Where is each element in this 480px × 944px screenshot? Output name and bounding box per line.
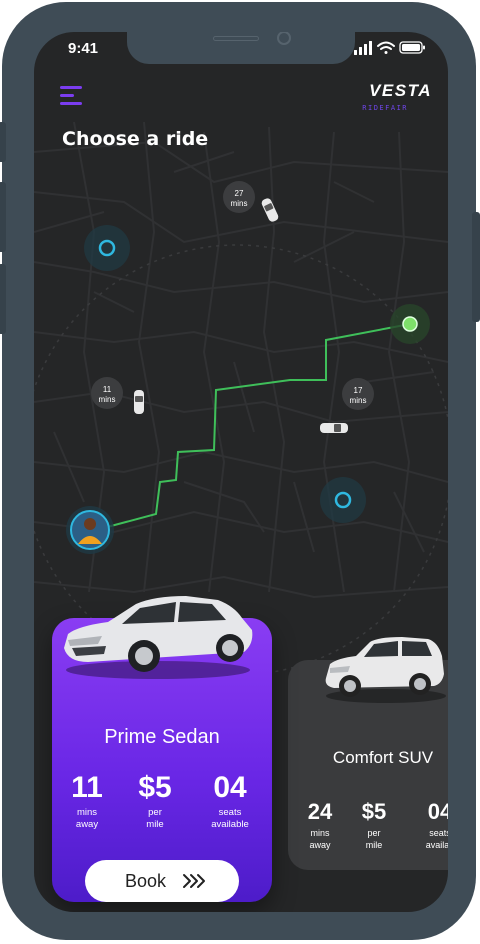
map-car xyxy=(261,198,279,222)
ride-card-comfort-suv[interactable]: Comfort SUV 24 mins away $5 per mile 04 … xyxy=(288,637,448,870)
stat-eta: 24 mins away xyxy=(296,800,344,851)
map-car xyxy=(320,423,348,433)
brand-logo: VESTA RIDEFAIR xyxy=(342,82,432,116)
status-time: 9:41 xyxy=(68,40,99,57)
ride-name: Comfort SUV xyxy=(332,748,434,767)
stat-value: 04 xyxy=(213,771,247,804)
map-car xyxy=(134,390,144,414)
eta-unit: mins xyxy=(231,199,248,208)
stat-label: seats availab xyxy=(425,828,448,850)
volume-up-button xyxy=(0,182,6,252)
eta-value: 17 xyxy=(354,386,363,395)
stat-price: $5 per mile xyxy=(350,800,398,851)
user-avatar xyxy=(84,518,96,530)
volume-down-button xyxy=(0,264,6,334)
stat-label: per mile xyxy=(146,807,164,830)
wifi-icon xyxy=(377,41,395,54)
speaker-grille xyxy=(213,36,259,41)
power-button xyxy=(472,212,480,322)
screen: 27 mins 11 mins 17 mins 9:41 VESTA RIDEF… xyxy=(34,32,448,912)
phone-frame: 27 mins 11 mins 17 mins 9:41 VESTA RIDEF… xyxy=(0,2,480,940)
eta-unit: mins xyxy=(350,396,367,405)
stat-label: mins away xyxy=(309,828,331,850)
book-button-label: Book xyxy=(125,871,167,891)
stat-label: mins away xyxy=(75,807,99,830)
page-title: Choose a ride xyxy=(62,128,209,150)
logo-wordmark: VESTA xyxy=(369,81,432,100)
eta-value: 27 xyxy=(235,189,244,198)
eta-value: 11 xyxy=(103,385,112,394)
stat-value: 04 xyxy=(427,800,448,824)
suv-image xyxy=(325,637,446,703)
status-icons xyxy=(354,41,425,55)
book-button[interactable]: Book xyxy=(85,860,239,902)
stat-eta: 11 mins away xyxy=(62,772,112,831)
logo-subtext: RIDEFAIR xyxy=(362,104,408,112)
front-camera xyxy=(277,32,291,45)
stat-value: 24 xyxy=(307,799,333,824)
stat-label: seats available xyxy=(211,807,249,830)
ride-card-prime-sedan[interactable]: Prime Sedan 11 mins away $5 per mile 04 … xyxy=(52,596,272,902)
stat-value: $5 xyxy=(138,771,172,804)
stat-seats: 04 seats available xyxy=(198,772,262,831)
battery-icon xyxy=(399,41,425,54)
eta-unit: mins xyxy=(99,395,116,404)
stat-seats: 04 seats availab xyxy=(410,800,448,851)
chevrons-right-icon xyxy=(183,874,205,888)
stat-price: $5 per mile xyxy=(130,772,180,831)
destination-pin xyxy=(402,316,418,332)
menu-icon[interactable] xyxy=(60,86,82,106)
sedan-image xyxy=(64,596,253,679)
stat-label: per mile xyxy=(365,828,383,850)
signal-icon xyxy=(354,41,372,55)
stat-value: $5 xyxy=(361,799,387,824)
stat-value: 11 xyxy=(71,771,103,804)
notch xyxy=(127,32,355,64)
ride-name: Prime Sedan xyxy=(104,726,220,748)
mute-switch xyxy=(0,122,6,162)
